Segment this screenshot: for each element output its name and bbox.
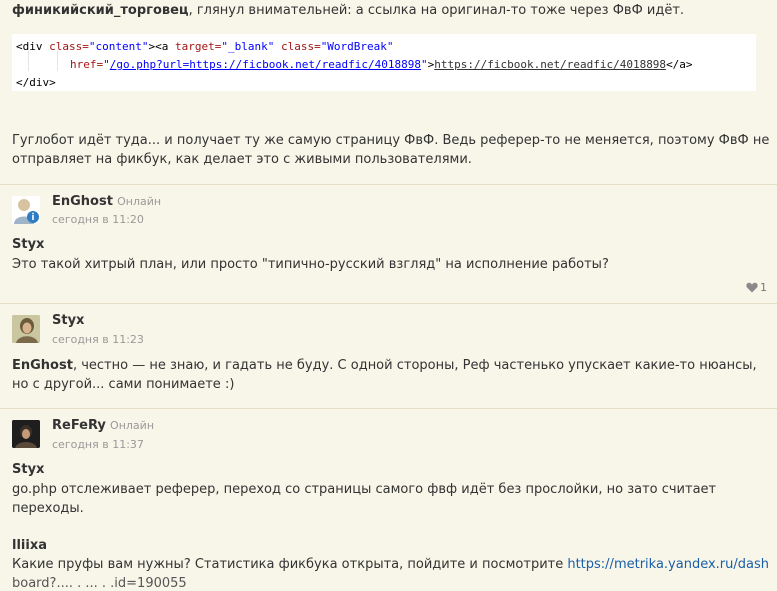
avatar-styx[interactable] bbox=[12, 315, 40, 343]
username-styx[interactable]: Styx bbox=[52, 313, 84, 328]
username-enghost[interactable]: EnGhost bbox=[52, 194, 113, 209]
online-status: Онлайн bbox=[110, 419, 155, 432]
reply-to-styx[interactable]: Styx bbox=[12, 462, 44, 477]
comment-2-time[interactable]: сегодня в 11:23 bbox=[52, 333, 144, 346]
comment-3-text-2-cut[interactable]: board?.... . ... . .id=190055 bbox=[12, 576, 187, 591]
divider bbox=[0, 303, 777, 304]
divider bbox=[0, 184, 777, 185]
like-button[interactable]: 1 bbox=[746, 281, 767, 294]
comment-3-header: ReFeRy Онлайн bbox=[52, 418, 154, 433]
author-link[interactable]: финикийский_торговец bbox=[12, 3, 189, 18]
reply-to-lliixa[interactable]: lliixa bbox=[12, 538, 47, 553]
code-block: <div class="content"><a target="_blank" … bbox=[12, 34, 756, 91]
comment-1-time[interactable]: сегодня в 11:20 bbox=[52, 213, 144, 226]
reply-to-enghost[interactable]: EnGhost bbox=[12, 358, 73, 373]
online-status: Онлайн bbox=[117, 195, 162, 208]
comment-2-line-1: EnGhost, честно — не знаю, и гадать не б… bbox=[12, 358, 757, 373]
code-href-link[interactable]: /go.php?url=https://ficbook.net/readfic/… bbox=[110, 58, 421, 71]
avatar-refery[interactable] bbox=[12, 420, 40, 448]
comment-2-line-2: но с другой... сами понимаете :) bbox=[12, 377, 235, 392]
code-line-3: </div> bbox=[16, 76, 56, 89]
comment-1-header: EnGhost Онлайн bbox=[52, 194, 161, 209]
comment-3-text-1-line-2: переходы. bbox=[12, 501, 84, 516]
code-gutter bbox=[28, 51, 58, 71]
divider bbox=[0, 408, 777, 409]
comment-text: , глянул внимательней: а ссылка на ориги… bbox=[188, 3, 685, 18]
default-avatar-icon bbox=[12, 196, 40, 224]
comment-3-text-1-line-1: go.php отслеживает реферер, переход со с… bbox=[12, 482, 717, 497]
reply-to-styx[interactable]: Styx bbox=[12, 237, 44, 252]
comment-1-text: Это такой хитрый план, или просто "типич… bbox=[12, 257, 609, 272]
heart-icon bbox=[746, 282, 758, 293]
like-count: 1 bbox=[760, 281, 767, 294]
comment-3-text-2: Какие пруфы вам нужны? Статистика фикбук… bbox=[12, 557, 769, 572]
code-line-1: <div class="content"><a target="_blank" … bbox=[16, 40, 394, 53]
code-line-2: href="/go.php?url=https://ficbook.net/re… bbox=[70, 58, 693, 71]
code-text-link[interactable]: https://ficbook.net/readfic/4018898 bbox=[434, 58, 666, 71]
comment-top-line: финикийский_торговец, глянул внимательне… bbox=[12, 3, 684, 18]
paragraph-line-2: отправляет на фикбук, как делает это с ж… bbox=[12, 152, 472, 167]
paragraph-line-1: Гуглобот идёт туда... и получает ту же с… bbox=[12, 133, 770, 148]
user-photo-icon bbox=[12, 420, 40, 448]
comment-2-header: Styx bbox=[52, 313, 84, 328]
user-photo-icon bbox=[12, 315, 40, 343]
username-refery[interactable]: ReFeRy bbox=[52, 418, 106, 433]
avatar-enghost[interactable] bbox=[12, 196, 40, 224]
metrika-link[interactable]: https://metrika.yandex.ru/dash bbox=[567, 557, 769, 572]
comment-3-time[interactable]: сегодня в 11:37 bbox=[52, 438, 144, 451]
